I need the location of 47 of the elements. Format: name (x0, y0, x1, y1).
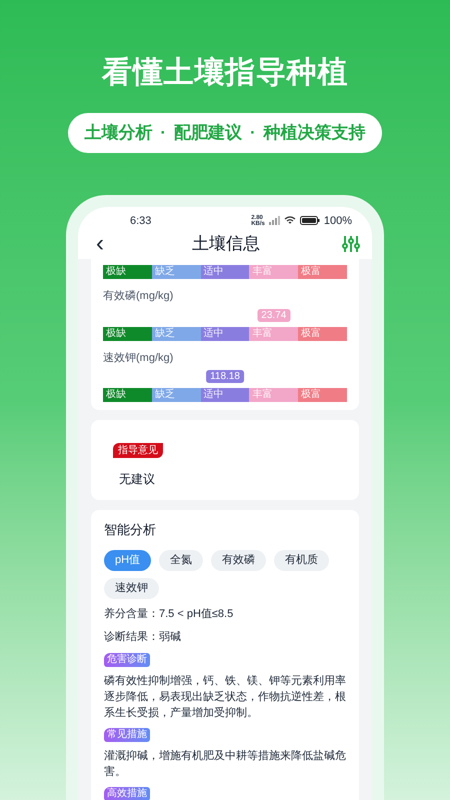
paragraph: 磷有效性抑制增强，钙、铁、镁、钾等元素利用率逐步降低，易表现出缺乏状态，作物抗逆性差，根系生长受损，产量增加受抑制。 (104, 674, 346, 720)
separator-dot: · (249, 122, 257, 144)
signal-icon (268, 216, 280, 226)
headline: 看懂土壤指导种植 (102, 55, 348, 91)
nutrient-name: 速效钾(mg/kg) (103, 350, 174, 366)
scale-segment: 丰富 (249, 265, 298, 279)
back-button[interactable]: ‹ (90, 232, 110, 256)
tag-label: 高效措施 (104, 786, 150, 800)
filter-tab[interactable]: 速效钾 (104, 578, 159, 598)
nutrient-name: 有效磷(mg/kg) (103, 289, 174, 304)
tag-label: 指导意见 (113, 443, 163, 458)
wifi-icon (284, 216, 296, 226)
separator-dot: · (159, 122, 167, 144)
value-marker: 23.74 (257, 308, 290, 322)
filter-tab[interactable]: 全氮 (159, 550, 204, 570)
scale-segment: 缺乏 (152, 326, 201, 340)
feature-label: 土壤分析 (84, 122, 152, 144)
scale-segment: 极缺 (103, 265, 152, 279)
scale-segment: 极富 (298, 265, 347, 279)
scale-segment: 适中 (200, 326, 250, 340)
status-time: 6:33 (130, 214, 152, 228)
page-title: 土壤信息 (192, 233, 260, 256)
scale-segment: 极富 (298, 388, 347, 402)
tag-label: 危害诊断 (104, 652, 150, 666)
scale-segment: 极富 (298, 326, 347, 340)
paragraph: 灌溉抑碱，增施有机肥及中耕等措施来降低盐碱危害。 (104, 748, 346, 780)
feature-label: 种植决策支持 (264, 122, 366, 144)
info-line: 养分含量：7.5 < pH值≤8.5 (104, 606, 234, 622)
scale-segment: 缺乏 (152, 388, 201, 402)
scale-segment: 丰富 (249, 388, 298, 402)
battery-percent: 100% (324, 214, 352, 228)
filter-settings-icon[interactable] (342, 235, 360, 253)
info-line: 诊断结果：弱碱 (104, 630, 182, 645)
scale-segment: 适中 (200, 388, 250, 402)
scale-segment: 极缺 (103, 326, 152, 340)
filter-tab[interactable]: 有效磷 (211, 550, 266, 570)
scale-segment: 缺乏 (152, 265, 201, 279)
battery-icon (300, 216, 320, 226)
section-title: 智能分析 (104, 521, 157, 539)
filter-tab[interactable]: 有机质 (274, 550, 330, 570)
scale-segment: 适中 (200, 265, 250, 279)
feature-label: 配肥建议 (174, 122, 242, 144)
scale-segment: 极缺 (103, 388, 152, 402)
value-marker: 118.18 (206, 370, 244, 383)
scale-segment: 丰富 (249, 326, 298, 340)
tag-label: 常见措施 (104, 728, 150, 742)
guidance-text: 无建议 (119, 471, 156, 488)
